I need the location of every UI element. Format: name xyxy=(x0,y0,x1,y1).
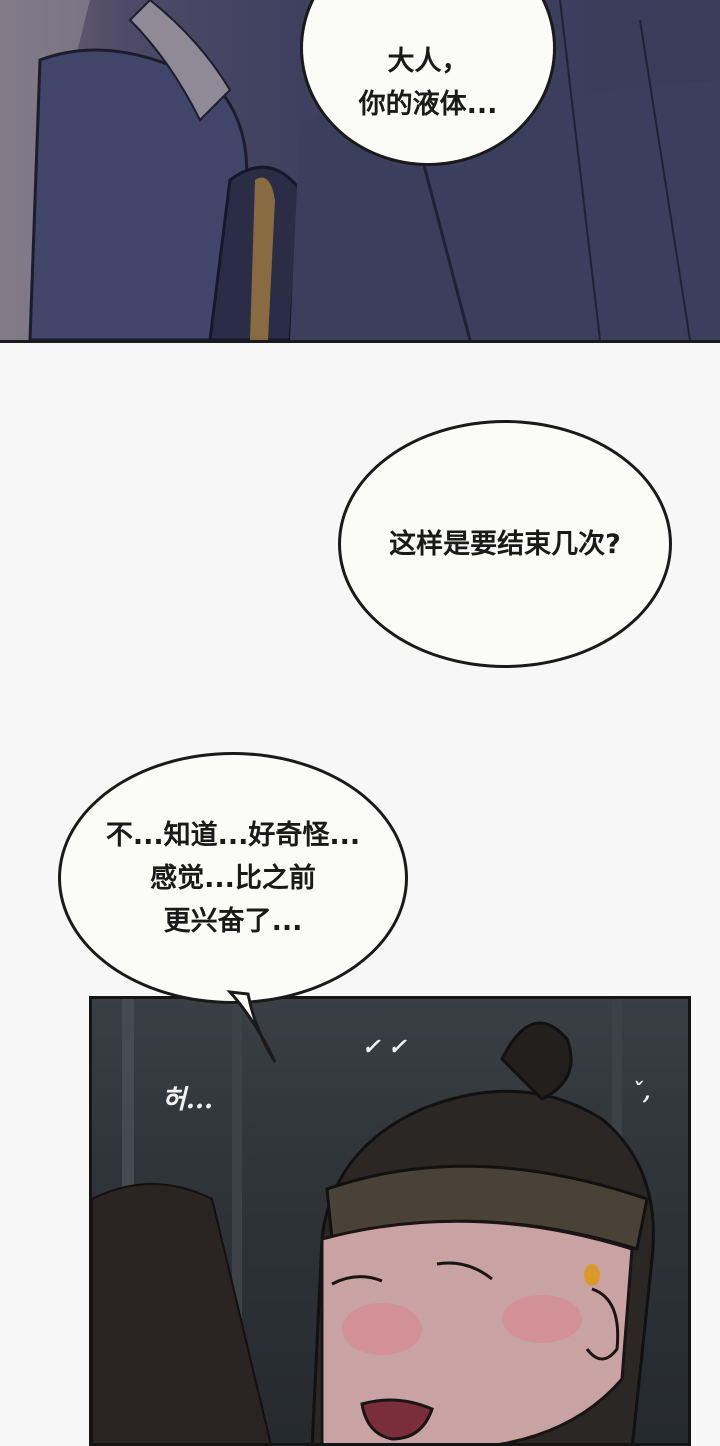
bubble-line: 更兴奋了... xyxy=(163,905,303,937)
bubble-line: 这样是要结束几次? xyxy=(389,528,621,560)
bottom-panel-illustration: 허... ✓ ✓ ˇ, xyxy=(89,996,691,1446)
sweat-marks: ˇ, xyxy=(632,1079,651,1105)
top-panel-illustration: 大人， 你的液体... xyxy=(0,0,720,343)
speech-bubble-middle: 这样是要结束几次? xyxy=(338,420,672,668)
bubble-line: 大人， xyxy=(387,46,469,77)
bubble-line: 不...知道...好奇怪... xyxy=(105,819,361,851)
speech-bubble-lower: 不...知道...好奇怪... 感觉...比之前 更兴奋了... xyxy=(58,752,408,1004)
breath-sound-effect: 허... xyxy=(162,1085,214,1115)
bubble-line: 你的液体... xyxy=(358,89,498,120)
sparkle-marks: ✓ ✓ xyxy=(362,1034,407,1060)
blushing-man-art xyxy=(92,999,655,1443)
bubble-line: 感觉...比之前 xyxy=(150,862,316,894)
